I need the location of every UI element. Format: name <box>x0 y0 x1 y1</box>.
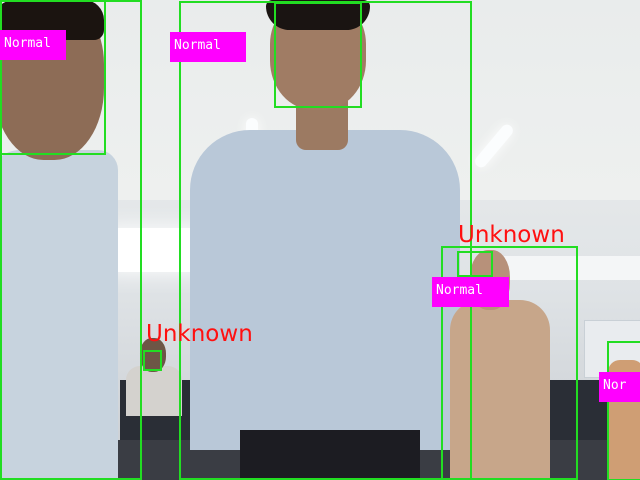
detection-label: Normal <box>0 30 66 60</box>
unknown-label: Unknown <box>146 321 253 347</box>
unknown-label: Unknown <box>458 222 565 248</box>
face-detection-box <box>457 251 493 277</box>
detection-label: Nor <box>599 372 640 402</box>
detection-label: Normal <box>170 32 246 62</box>
face-detection-box <box>143 350 162 371</box>
face-detection-box <box>0 0 106 155</box>
camera-frame: Normal Normal Normal Nor Unknown Unknown <box>0 0 640 480</box>
detection-label: Normal <box>432 277 509 307</box>
face-detection-box <box>274 2 362 108</box>
person-detection-box <box>607 341 640 480</box>
